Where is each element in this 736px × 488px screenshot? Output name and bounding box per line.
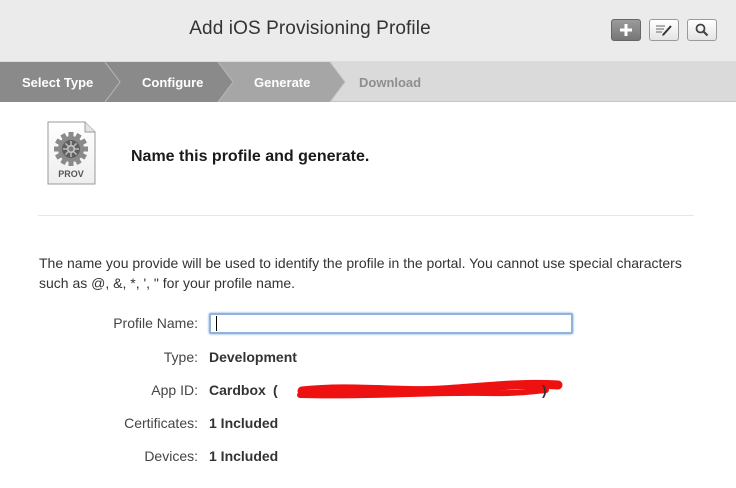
app-id-paren-close: ) bbox=[542, 382, 547, 398]
devices-label: Devices: bbox=[144, 448, 198, 464]
app-id-paren: ( bbox=[273, 382, 278, 398]
step-generate: Generate bbox=[254, 74, 311, 90]
app-window: Add iOS Provisioning Profile Select Type… bbox=[0, 0, 736, 488]
main-content: PROV Name this profile and generate. The… bbox=[0, 103, 736, 488]
certificates-value: 1 Included bbox=[209, 415, 279, 431]
add-button[interactable] bbox=[611, 19, 641, 41]
page-title: Add iOS Provisioning Profile bbox=[189, 18, 431, 39]
description-text: The name you provide will be used to ide… bbox=[39, 255, 682, 291]
title-bar: Add iOS Provisioning Profile bbox=[0, 0, 736, 62]
step-download: Download bbox=[359, 74, 422, 90]
prov-icon-label: PROV bbox=[58, 169, 84, 179]
step-configure: Configure bbox=[142, 74, 204, 90]
divider bbox=[38, 215, 694, 216]
profile-name-label: Profile Name: bbox=[113, 315, 198, 331]
app-id-value: Cardbox bbox=[209, 382, 266, 398]
edit-icon bbox=[656, 25, 672, 36]
search-button[interactable] bbox=[687, 19, 717, 41]
profile-name-input[interactable] bbox=[209, 313, 573, 334]
devices-value: 1 Included bbox=[209, 448, 279, 464]
app-id-label: App ID: bbox=[151, 382, 198, 398]
text-caret bbox=[216, 316, 217, 331]
type-value: Development bbox=[209, 349, 297, 365]
step-select-type: Select Type bbox=[22, 74, 94, 90]
step-progress-bar: Select Type Configure Generate Download bbox=[0, 62, 736, 102]
edit-button[interactable] bbox=[649, 19, 679, 41]
provisioning-profile-icon: PROV bbox=[47, 121, 96, 185]
redaction-mark bbox=[297, 379, 563, 399]
section-heading: Name this profile and generate. bbox=[131, 148, 370, 165]
plus-icon bbox=[620, 24, 632, 36]
type-label: Type: bbox=[163, 349, 198, 365]
search-icon bbox=[695, 23, 709, 37]
certificates-label: Certificates: bbox=[124, 415, 198, 431]
